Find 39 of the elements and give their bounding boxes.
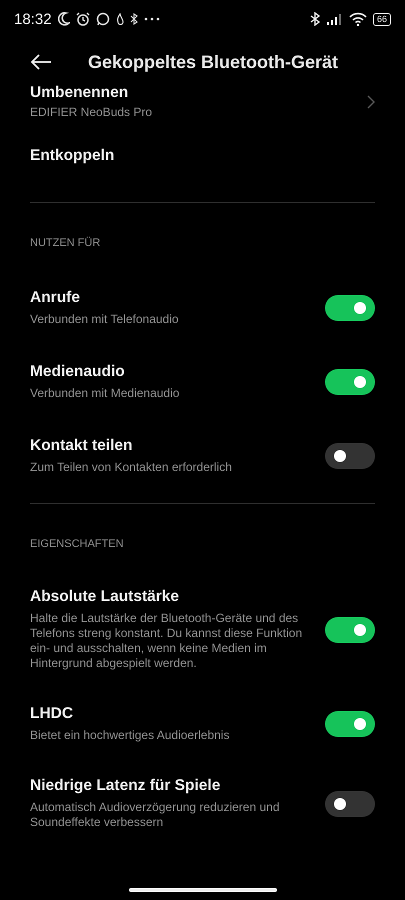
battery-indicator: 66: [372, 12, 391, 26]
toggle-switch[interactable]: [325, 295, 375, 321]
chevron-right-icon: [367, 95, 375, 109]
toggle-switch[interactable]: [325, 369, 375, 395]
row-title: Kontakt teilen: [30, 437, 134, 455]
settings-row[interactable]: Entkoppeln: [0, 120, 405, 192]
section-header: NUTZEN FÜR: [29, 236, 102, 251]
toggle-switch[interactable]: [325, 790, 375, 816]
back-arrow-icon: [30, 54, 52, 70]
toggle-switch[interactable]: [325, 711, 375, 737]
more-icon: [144, 17, 160, 21]
signal-icon: [326, 13, 343, 25]
row-subtitle: Verbunden mit Telefonaudio: [30, 312, 179, 327]
section-header: EIGENSCHAFTEN: [29, 537, 125, 552]
alarm-icon: [76, 12, 90, 26]
wifi-icon: [348, 12, 367, 26]
row-title: Niedrige Latenz für Spiele: [30, 777, 222, 795]
status-time: 18:32: [14, 10, 52, 28]
row-title: Entkoppeln: [30, 147, 114, 165]
row-title: Absolute Lautstärke: [30, 588, 180, 606]
row-title: Umbenennen: [30, 84, 130, 102]
settings-row[interactable]: Umbenennen EDIFIER NeoBuds Pro: [0, 84, 405, 120]
row-subtitle: Zum Teilen von Kontakten erforderlich: [30, 460, 232, 475]
row-subtitle: Verbunden mit Medienaudio: [30, 386, 180, 401]
row-subtitle: Bietet ein hochwertiges Audioerlebnis: [30, 728, 230, 743]
toggle-switch[interactable]: [325, 443, 375, 469]
bluetooth-icon: [130, 13, 138, 25]
chat-bubble-icon: [96, 12, 110, 26]
row-subtitle: Automatisch Audioverzögerung reduzieren und Soundeffekte verbessern: [30, 800, 280, 830]
row-title: Medienaudio: [30, 363, 126, 381]
back-button[interactable]: [28, 52, 54, 72]
toggle-switch[interactable]: [325, 616, 375, 642]
moon-icon: [58, 12, 70, 26]
row-subtitle: Halte die Lautstärke der Bluetooth-Geräte und des Telefons streng konstant. Du kannst diese Funktion ein- und ausschalten, wenn keine Medien im Hintergrund abgespielt werden.: [30, 611, 304, 671]
page-title: Gekoppeltes Bluetooth-Gerät: [88, 52, 338, 72]
row-subtitle: EDIFIER NeoBuds Pro: [30, 105, 152, 120]
row-title: Anrufe: [30, 289, 81, 307]
row-title: LHDC: [30, 705, 74, 723]
bluetooth-icon: [308, 12, 321, 26]
